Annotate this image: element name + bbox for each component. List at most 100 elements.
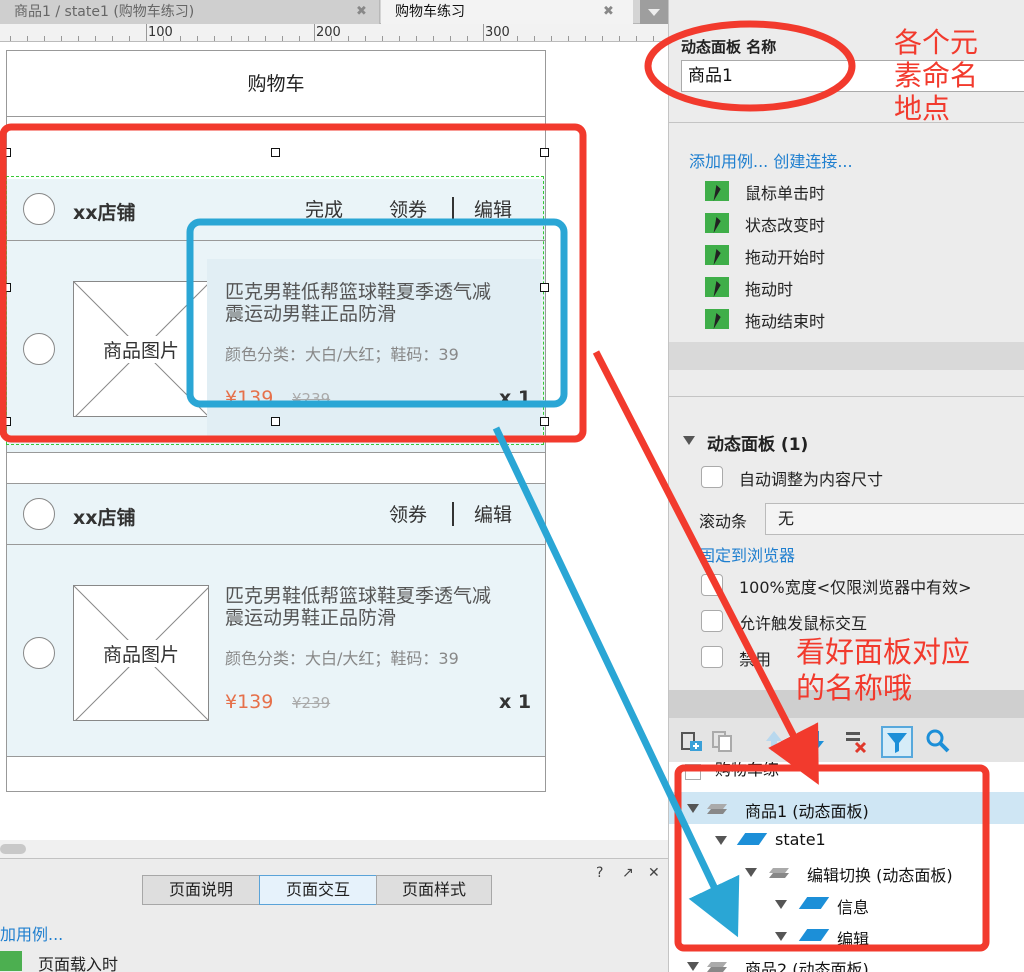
- product-title-line: 震运动男鞋正品防滑: [225, 607, 397, 629]
- annotation-naming-note: 各个元 素命名 地点: [894, 26, 978, 125]
- event-icon: [705, 181, 729, 201]
- expand-triangle-icon[interactable]: [775, 932, 787, 941]
- collapse-triangle-icon[interactable]: [683, 436, 695, 445]
- move-up-icon[interactable]: [761, 728, 787, 754]
- filter-icon[interactable]: [881, 726, 913, 758]
- tree-row-state1[interactable]: state1: [669, 824, 1024, 856]
- full-width-checkbox[interactable]: [701, 574, 723, 596]
- event-icon: [705, 309, 729, 329]
- resize-handle[interactable]: [540, 148, 549, 157]
- product-title-line: 匹克男鞋低帮篮球鞋夏季透气减: [225, 585, 492, 607]
- resize-handle[interactable]: [540, 417, 549, 426]
- event-icon: [705, 213, 729, 233]
- event-icon: [705, 277, 729, 297]
- edit-button[interactable]: 编辑: [474, 500, 512, 527]
- product-old-price: ¥239: [292, 694, 331, 712]
- ruler-label: 100: [148, 25, 173, 40]
- resize-handle[interactable]: [2, 417, 11, 426]
- close-icon[interactable]: ✖: [356, 0, 367, 24]
- event-label: 拖动开始时: [745, 248, 826, 267]
- state-icon: [798, 929, 830, 941]
- header-divider: [452, 502, 454, 526]
- help-icon[interactable]: ?: [596, 865, 603, 881]
- select-item-radio[interactable]: [23, 637, 55, 669]
- dynamic-panel-icon: [707, 962, 727, 972]
- add-usecase-link[interactable]: 加用例...: [0, 921, 63, 945]
- expand-triangle-icon[interactable]: [745, 868, 757, 877]
- event-label: 拖动时: [745, 280, 794, 299]
- event-page-load[interactable]: 页面载入时: [38, 951, 118, 972]
- shop-header-2[interactable]: xx店铺 领券 编辑: [7, 483, 545, 545]
- move-down-icon[interactable]: [803, 728, 829, 754]
- state-icon: [736, 833, 768, 845]
- product-spec: 颜色分类：大白/大红；鞋码：39: [225, 649, 459, 668]
- cart-item-2[interactable]: 商品图片 匹克男鞋低帮篮球鞋夏季透气减 震运动男鞋正品防滑 颜色分类：大白/大红…: [7, 545, 545, 757]
- product-title: 匹克男鞋低帮篮球鞋夏季透气减 震运动男鞋正品防滑: [225, 585, 541, 629]
- allow-touch-label: 允许触发鼠标交互: [739, 614, 868, 633]
- design-canvas[interactable]: 100 200 300 购物车 xx店铺 完成 领券 编辑 商品图片 匹克男鞋低…: [0, 24, 668, 858]
- expand-triangle-icon[interactable]: [687, 962, 699, 971]
- close-icon[interactable]: ✕: [648, 865, 660, 881]
- panel-splitter[interactable]: [669, 342, 1024, 370]
- scrollbar-select[interactable]: 无: [765, 503, 1024, 535]
- tab-label: 购物车练习: [395, 4, 465, 20]
- tab-page-notes[interactable]: 页面说明: [142, 875, 260, 905]
- panel-name-label: 动态面板 名称: [681, 38, 777, 56]
- outline-tree: 购物车练 商品1 (动态面板) state1 编辑切换 (动态面板) 信息 编辑: [669, 762, 1024, 972]
- scrollbar-thumb[interactable]: [0, 844, 26, 854]
- resize-handle[interactable]: [540, 283, 549, 292]
- dynamic-panel-icon: [769, 868, 789, 878]
- annotation-line: 地点: [894, 92, 951, 125]
- search-icon[interactable]: [925, 728, 951, 754]
- event-label: 拖动结束时: [745, 312, 826, 331]
- tree-label: 购物车练: [715, 762, 780, 779]
- event-icon: [0, 951, 22, 971]
- tree-row-edit-state[interactable]: 编辑: [669, 920, 1024, 952]
- ruler-label: 300: [485, 25, 510, 40]
- tab-page-style[interactable]: 页面样式: [376, 875, 492, 905]
- tree-row-edit-toggle-panel[interactable]: 编辑切换 (动态面板): [669, 856, 1024, 888]
- delete-icon[interactable]: [843, 728, 869, 754]
- tree-label: state1: [775, 830, 826, 849]
- tree-label: 商品2 (动态面板): [745, 960, 869, 972]
- full-width-label: 100%宽度<仅限浏览器中有效>: [739, 578, 972, 597]
- tree-row-product2-panel[interactable]: 商品2 (动态面板): [669, 952, 1024, 972]
- expand-triangle-icon[interactable]: [715, 836, 727, 845]
- auto-size-checkbox[interactable]: [701, 466, 723, 488]
- tree-row-info-state[interactable]: 信息: [669, 888, 1024, 920]
- tree-label: 商品1 (动态面板): [745, 802, 869, 821]
- tree-row-page[interactable]: 购物车练: [669, 762, 1024, 782]
- add-usecase-create-link[interactable]: 添加用例... 创建连接...: [689, 148, 853, 172]
- outline-toolbar: [669, 718, 1024, 762]
- resize-handle[interactable]: [271, 148, 280, 157]
- resize-handle[interactable]: [2, 283, 11, 292]
- resize-handle[interactable]: [2, 148, 11, 157]
- dynamic-panel-section-title: 动态面板 (1): [707, 435, 809, 455]
- duplicate-icon[interactable]: [709, 728, 735, 754]
- tab-state1[interactable]: 商品1 / state1 (购物车练习) ✖: [0, 0, 380, 24]
- popout-icon[interactable]: ↗: [622, 865, 634, 881]
- expand-triangle-icon[interactable]: [775, 900, 787, 909]
- annotation-line: 各个元: [894, 26, 979, 59]
- event-icon: [705, 245, 729, 265]
- product-image-placeholder: 商品图片: [73, 585, 209, 721]
- tree-row-product1-panel[interactable]: 商品1 (动态面板): [669, 792, 1024, 824]
- tab-menu-dropdown-icon[interactable]: [640, 0, 668, 24]
- horizontal-ruler: 100 200 300: [0, 24, 668, 42]
- allow-touch-checkbox[interactable]: [701, 610, 723, 632]
- select-shop-radio[interactable]: [23, 498, 55, 530]
- expand-triangle-icon[interactable]: [687, 804, 699, 813]
- row-checkbox[interactable]: [685, 764, 701, 780]
- coupon-button[interactable]: 领券: [389, 500, 427, 527]
- shop-name: xx店铺: [73, 507, 136, 529]
- disable-checkbox[interactable]: [701, 646, 723, 668]
- resize-handle[interactable]: [271, 417, 280, 426]
- tab-label: 商品1 / state1 (购物车练习): [14, 4, 195, 20]
- horizontal-scrollbar[interactable]: [0, 840, 668, 858]
- close-icon[interactable]: ✖: [603, 0, 614, 24]
- tab-cart-practice[interactable]: 购物车练习 ✖: [381, 0, 633, 24]
- tab-page-interactions[interactable]: 页面交互: [259, 875, 377, 905]
- pin-to-browser-link[interactable]: 固定到浏览器: [699, 542, 795, 566]
- inspector-panel: 动态面板 名称 商品1 添加用例... 创建连接... 鼠标单击时 状态改变时 …: [668, 0, 1024, 972]
- add-folder-icon[interactable]: [679, 728, 705, 754]
